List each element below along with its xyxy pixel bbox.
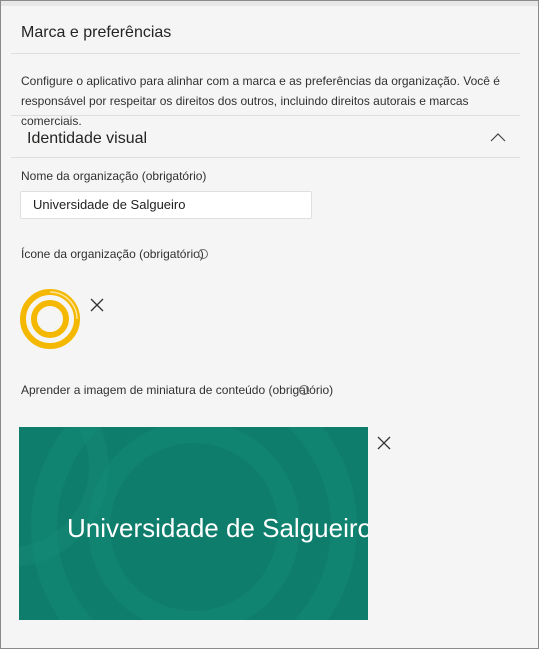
org-icon-label: Ícone da organização (obrigatório) (21, 247, 204, 261)
info-icon[interactable] (197, 249, 208, 259)
chevron-up-icon[interactable] (490, 130, 506, 146)
panel-title: Marca e preferências (21, 24, 172, 41)
org-logo-icon (20, 289, 80, 349)
top-edge (1, 1, 538, 6)
org-icon-label-row: Ícone da organização (obrigatório) (21, 247, 208, 261)
section-header-visual-identity[interactable]: Identidade visual (11, 120, 520, 156)
thumbnail-text: Universidade de Salgueiro (67, 513, 368, 543)
title-divider (11, 53, 520, 54)
org-name-label: Nome da organização (obrigatório) (21, 169, 207, 183)
section-title: Identidade visual (27, 130, 148, 147)
remove-org-icon-button[interactable] (89, 297, 105, 313)
thumbnail-image: Universidade de Salgueiro (19, 427, 368, 620)
thumbnail-label: Aprender a imagem de miniatura de conteú… (21, 383, 334, 397)
thumbnail-info-icon[interactable] (299, 385, 309, 395)
thumbnail-label-row: Aprender a imagem de miniatura de conteú… (21, 383, 333, 397)
org-name-input[interactable]: Universidade de Salgueiro (20, 191, 312, 219)
remove-thumbnail-button[interactable] (376, 435, 392, 451)
description-divider (11, 115, 520, 116)
branding-panel: Marca e preferências Configure o aplicat… (0, 0, 539, 649)
section-divider (11, 157, 520, 158)
